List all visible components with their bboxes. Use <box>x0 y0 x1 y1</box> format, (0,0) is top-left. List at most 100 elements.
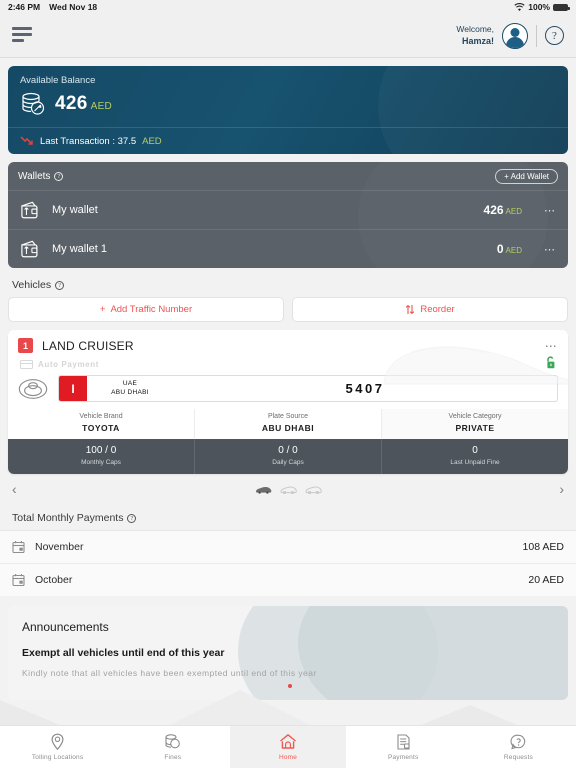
announcements-title: Announcements <box>22 620 109 635</box>
monthly-payments-section-title: Total Monthly Payments ? <box>0 501 576 530</box>
available-balance-card: Available Balance 426 AED Last Transacti… <box>8 66 568 154</box>
nav-item-tolling-locations[interactable]: Tolling Locations <box>0 726 115 768</box>
vehicle-index-badge: 1 <box>18 338 33 353</box>
wallet-row[interactable]: My wallet 426 AED ⋯ <box>8 190 568 229</box>
detail-label: Vehicle Brand <box>79 413 123 420</box>
help-circle-icon[interactable]: ? <box>545 26 564 45</box>
balance-amount-row: 426 AED <box>20 92 556 116</box>
balance-amount-group: 426 AED <box>55 93 112 115</box>
wallet-amount-value: 426 <box>483 203 504 217</box>
hamburger-menu-icon[interactable] <box>12 26 32 45</box>
bottom-navigation: Tolling Locations Fines Home Payments Re… <box>0 725 576 768</box>
payment-month: October <box>35 574 73 587</box>
balance-currency: AED <box>90 101 113 112</box>
add-wallet-button[interactable]: + Add Wallet <box>495 169 558 184</box>
plate-number: 5407 <box>345 381 385 396</box>
cap-label: Daily Caps <box>272 459 304 466</box>
help-label: ? <box>552 29 557 42</box>
request-icon <box>510 734 526 750</box>
nav-item-fines[interactable]: Fines <box>115 726 230 768</box>
wallet-more-options-icon[interactable]: ⋯ <box>544 243 556 256</box>
car-dot-icon[interactable] <box>279 485 297 494</box>
chevron-left-icon[interactable]: ‹ <box>12 481 17 497</box>
status-bar-date: Wed Nov 18 <box>49 2 98 12</box>
last-transaction-label: Last Transaction : 37.5 <box>40 135 137 147</box>
detail-label: Plate Source <box>267 413 309 420</box>
vehicle-card[interactable]: 1 LAND CRUISER ⋯ Auto Payment I UAE ABU … <box>8 330 568 475</box>
detail-value: TOYOTA <box>82 423 120 433</box>
info-circle-icon[interactable]: ? <box>54 172 64 181</box>
calendar-payment-icon <box>12 541 25 554</box>
calendar-payment-icon <box>12 574 25 587</box>
cap-value: 100 / 0 <box>85 445 117 456</box>
wallets-title: Wallets <box>18 171 51 182</box>
vehicle-action-buttons: + Add Traffic Number Reorder <box>0 297 576 322</box>
nav-item-requests[interactable]: Requests <box>461 726 576 768</box>
plate-origin: UAE ABU DHABI <box>87 376 173 401</box>
car-dot-icon[interactable] <box>255 485 272 494</box>
add-traffic-number-label: Add Traffic Number <box>110 304 193 315</box>
document-icon <box>397 734 410 750</box>
cap-daily: 0 / 0 Daily Caps <box>195 439 382 475</box>
detail-value: PRIVATE <box>455 423 495 433</box>
detail-value: ABU DHABI <box>261 423 315 433</box>
wallet-icon <box>21 240 38 258</box>
wallets-header: Wallets ? + Add Wallet <box>8 162 568 190</box>
nav-item-home[interactable]: Home <box>230 726 346 768</box>
vehicles-title-label: Vehicles <box>12 279 52 291</box>
wallet-more-options-icon[interactable]: ⋯ <box>544 204 556 217</box>
vehicle-more-options-icon[interactable]: ⋯ <box>545 339 558 353</box>
info-circle-icon[interactable]: ? <box>127 513 137 523</box>
vehicle-detail-plate-source: Plate Source ABU DHABI <box>195 409 382 439</box>
reorder-label: Reorder <box>420 304 455 315</box>
nav-item-payments[interactable]: Payments <box>346 726 461 768</box>
header-divider <box>536 24 537 47</box>
avatar[interactable] <box>502 22 528 49</box>
fines-icon <box>165 734 181 749</box>
plate-country: UAE <box>122 379 138 387</box>
balance-top: Available Balance 426 AED <box>8 66 568 127</box>
toyota-logo-icon <box>18 378 48 399</box>
carousel-dots <box>255 485 322 494</box>
avatar-head-icon <box>510 27 520 37</box>
detail-label: Vehicle Category <box>448 413 502 420</box>
info-circle-icon[interactable]: ? <box>55 280 65 290</box>
balance-label: Available Balance <box>20 75 96 86</box>
announcement-card[interactable]: Announcements Exempt all vehicles until … <box>8 606 568 701</box>
last-transaction-row: Last Transaction : 37.5 AED <box>8 127 568 154</box>
header-right: Welcome, Hamza! ? <box>456 22 564 49</box>
hamburger-line <box>12 38 24 42</box>
map-pin-icon <box>51 733 64 751</box>
page-content: Available Balance 426 AED Last Transacti… <box>0 58 576 750</box>
unlocked-padlock-icon[interactable] <box>545 356 556 369</box>
status-bar-right: 100% <box>514 2 570 12</box>
hamburger-line <box>12 26 32 30</box>
cap-label: Last Unpaid Fine <box>450 459 500 466</box>
reorder-button[interactable]: Reorder <box>292 297 568 322</box>
payment-month: November <box>35 541 84 554</box>
nav-label: Fines <box>164 754 182 761</box>
cap-monthly: 100 / 0 Monthly Caps <box>8 439 195 475</box>
cap-value: 0 <box>472 445 478 456</box>
plate-section: I UAE ABU DHABI 5407 <box>8 373 568 402</box>
status-bar-left: 2:46 PM Wed Nov 18 <box>8 2 97 12</box>
vehicle-card-header: 1 LAND CRUISER ⋯ <box>8 330 568 357</box>
chevron-right-icon[interactable]: › <box>559 481 564 497</box>
last-transaction-currency: AED <box>142 135 162 147</box>
nav-label: Home <box>278 754 298 761</box>
vehicle-detail-brand: Vehicle Brand TOYOTA <box>8 409 195 439</box>
cap-last-unpaid-fine: 0 Last Unpaid Fine <box>382 439 568 474</box>
payment-row[interactable]: November 108 AED <box>0 530 576 564</box>
nav-label: Tolling Locations <box>31 754 84 761</box>
status-bar: 2:46 PM Wed Nov 18 100% <box>0 0 576 14</box>
car-dot-icon[interactable] <box>304 485 322 494</box>
wallet-row[interactable]: My wallet 1 0 AED ⋯ <box>8 229 568 268</box>
plate-emirate: ABU DHABI <box>111 388 149 396</box>
payment-row[interactable]: October 20 AED <box>0 563 576 597</box>
add-traffic-number-button[interactable]: + Add Traffic Number <box>8 297 284 322</box>
payment-amount: 20 AED <box>528 574 564 587</box>
home-icon <box>280 734 296 749</box>
auto-payment-row: Auto Payment <box>8 357 568 373</box>
vehicle-detail-category: Vehicle Category PRIVATE <box>382 409 568 439</box>
welcome-greeting: Welcome, <box>456 23 494 34</box>
